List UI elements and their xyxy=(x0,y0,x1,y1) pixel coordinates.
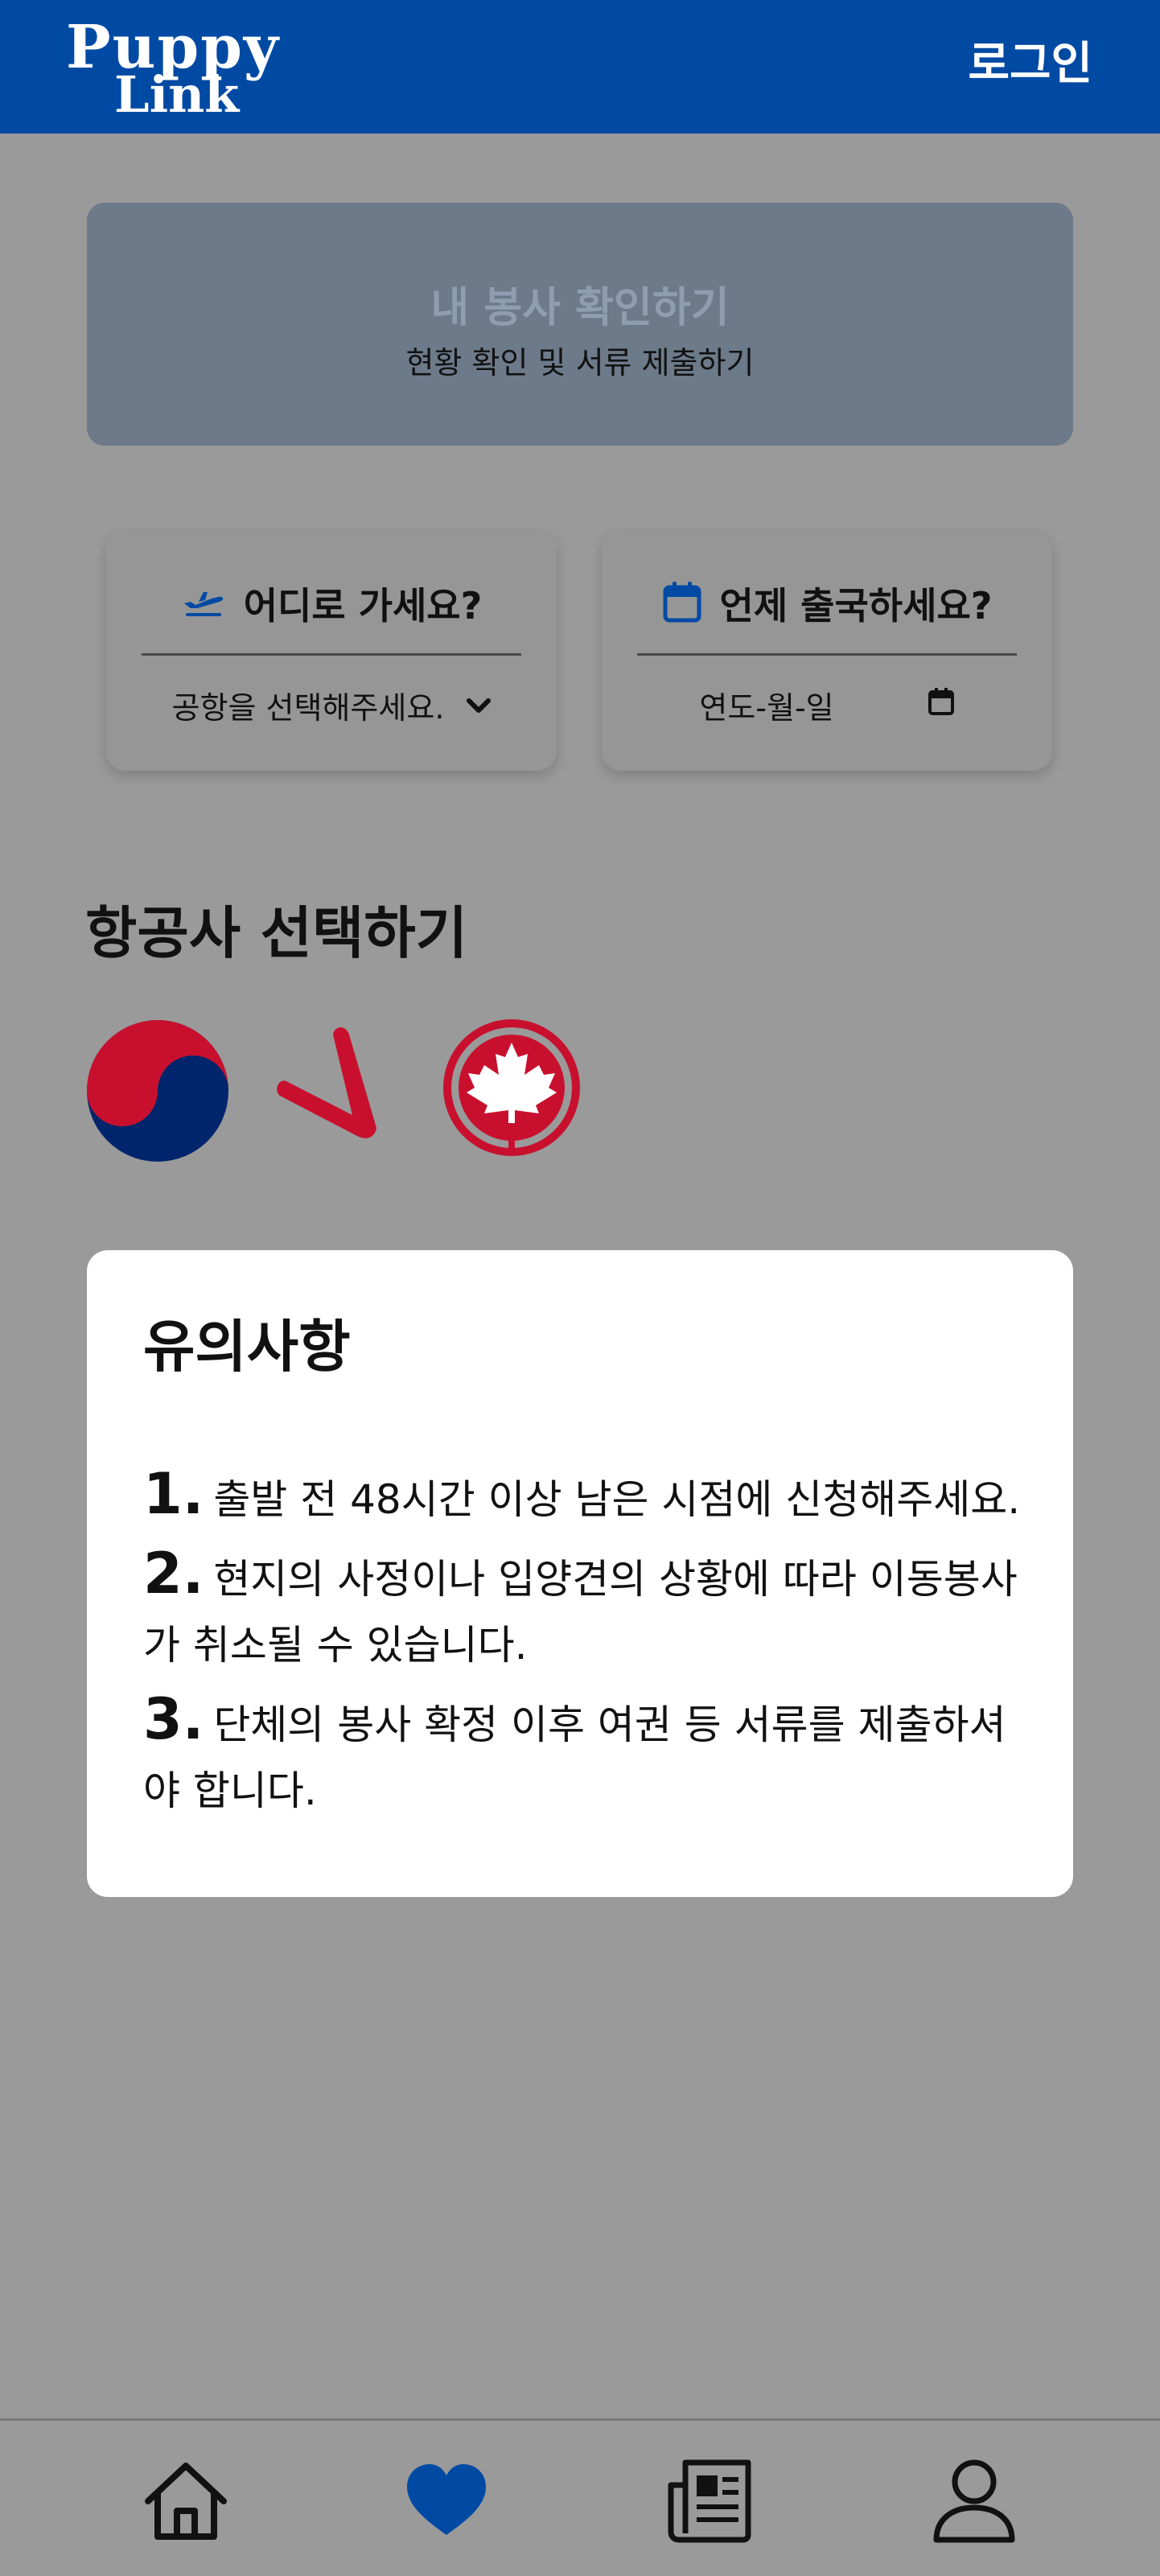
bottom-navigation xyxy=(0,2418,1160,2576)
newspaper-icon[interactable] xyxy=(668,2456,756,2545)
airport-select-value: 공항을 선택해주세요. xyxy=(171,689,445,726)
divider xyxy=(637,653,1017,656)
user-icon[interactable] xyxy=(930,2456,1018,2545)
notice-item-number: 1. xyxy=(143,1461,204,1527)
banner-subtitle: 현황 확인 및 서류 제출하기 xyxy=(405,345,755,381)
airline-section-title: 항공사 선택하기 xyxy=(85,900,468,966)
date-input-placeholder: 연도-월-일 xyxy=(699,689,834,726)
destination-header: 어디로 가세요? xyxy=(106,571,557,636)
destination-label: 어디로 가세요? xyxy=(243,584,483,628)
air-canada-logo[interactable] xyxy=(439,1018,584,1163)
banner-title: 내 봉사 확인하기 xyxy=(430,284,730,332)
my-volunteer-banner[interactable]: 내 봉사 확인하기 현황 확인 및 서류 제출하기 xyxy=(87,203,1073,446)
home-icon[interactable] xyxy=(142,2456,230,2545)
chevron-down-icon xyxy=(467,687,492,722)
calendar-picker-icon[interactable] xyxy=(928,687,955,723)
notice-item: 3. 단체의 봉사 확정 이후 여권 등 서류를 제출하셔야 합니다. xyxy=(143,1686,1028,1824)
logo-text-link: Link xyxy=(114,65,240,124)
notice-item: 1. 출발 전 48시간 이상 남은 시점에 신청해주세요. xyxy=(143,1461,1028,1533)
departure-date-header: 언제 출국하세요? xyxy=(602,571,1052,636)
departure-date-card: 언제 출국하세요? 연도-월-일 xyxy=(602,531,1052,771)
puppy-link-logo[interactable]: Puppy Link xyxy=(66,11,307,124)
airplane-icon xyxy=(181,586,226,621)
app-header: Puppy Link 로그인 xyxy=(0,0,1160,134)
notice-item-text: 단체의 봉사 확정 이후 여권 등 서류를 제출하셔야 합니다. xyxy=(143,1702,1006,1814)
notice-item-text: 출발 전 48시간 이상 남은 시점에 신청해주세요. xyxy=(213,1476,1021,1523)
destination-card: 어디로 가세요? 공항을 선택해주세요. xyxy=(106,531,557,771)
calendar-icon xyxy=(662,580,702,627)
heart-icon[interactable] xyxy=(402,2456,491,2545)
notice-list: 1. 출발 전 48시간 이상 남은 시점에 신청해주세요. 2. 현지의 사정이나… xyxy=(143,1461,1028,1832)
notice-modal: 유의사항 1. 출발 전 48시간 이상 남은 시점에 신청해주세요. 2. 현지의… xyxy=(87,1250,1073,1897)
notice-title: 유의사항 xyxy=(143,1314,351,1380)
departure-date-label: 언제 출국하세요? xyxy=(719,584,993,628)
korean-air-logo[interactable] xyxy=(85,1018,230,1163)
notice-item-number: 2. xyxy=(143,1541,204,1607)
airport-select[interactable]: 공항을 선택해주세요. xyxy=(106,673,557,737)
notice-item-text: 현지의 사정이나 입양견의 상황에 따라 이동봉사가 취소될 수 있습니다. xyxy=(143,1556,1018,1669)
notice-item-number: 3. xyxy=(143,1686,204,1752)
login-button[interactable]: 로그인 xyxy=(968,32,1092,97)
jin-air-logo[interactable] xyxy=(262,1018,407,1163)
date-input[interactable]: 연도-월-일 xyxy=(602,673,1052,737)
divider xyxy=(142,653,521,656)
notice-item: 2. 현지의 사정이나 입양견의 상황에 따라 이동봉사가 취소될 수 있습니다. xyxy=(143,1541,1028,1678)
